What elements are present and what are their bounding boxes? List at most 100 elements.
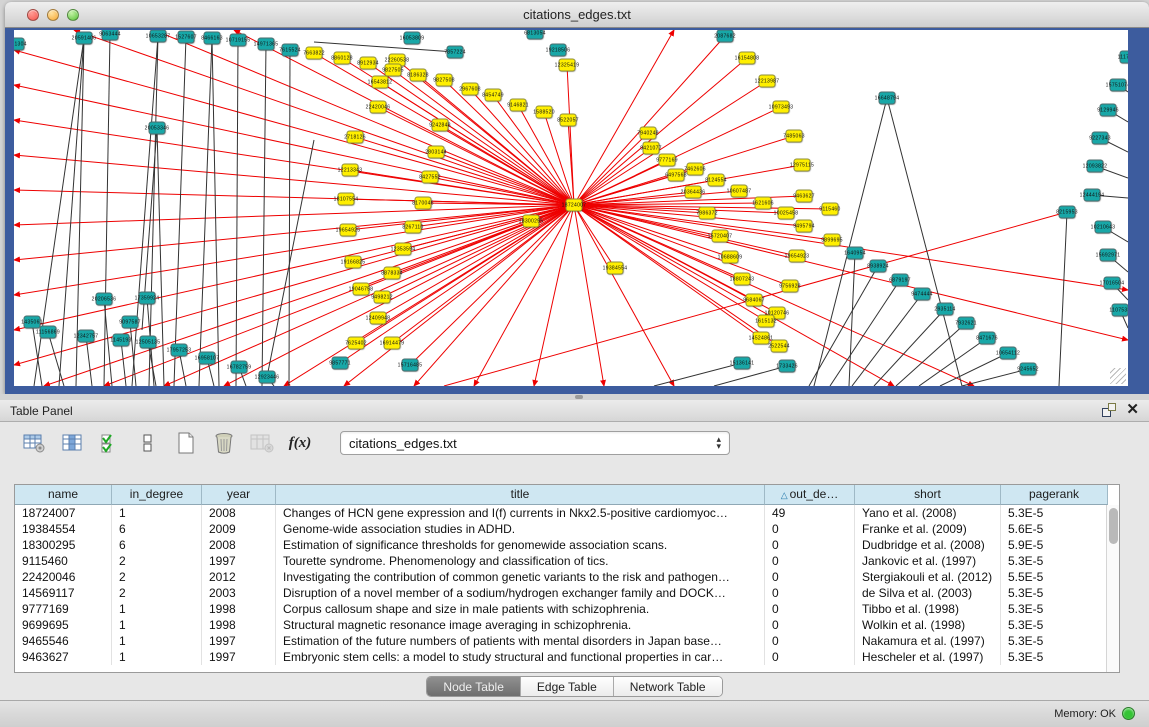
graph-node[interactable]: 9827505 [385, 64, 402, 77]
graph-node[interactable]: 10653287 [150, 30, 167, 43]
graph-node[interactable]: 8427552 [422, 171, 439, 184]
graph-node[interactable]: 14971365 [258, 38, 275, 51]
graph-node[interactable]: 1640954 [847, 247, 864, 260]
graph-node[interactable]: 8215953 [1059, 206, 1076, 219]
graph-node[interactable]: 7940248 [640, 127, 657, 140]
row-height-icon[interactable] [136, 431, 160, 455]
table-row[interactable]: 1830029562008Estimation of significance … [15, 537, 1119, 553]
graph-node[interactable]: 2967608 [462, 83, 479, 96]
graph-node[interactable]: 1117364 [1120, 51, 1129, 64]
scrollbar-thumb[interactable] [1109, 508, 1118, 544]
table-row[interactable]: 1456911722003Disruption of a novel membe… [15, 585, 1119, 601]
graph-node[interactable]: 8938924 [870, 260, 887, 273]
graph-node[interactable]: 19654925 [340, 224, 357, 237]
graph-node[interactable]: 20053346 [149, 122, 166, 135]
graph-node[interactable]: 15716485 [402, 359, 419, 372]
graph-node[interactable]: 17957253 [171, 344, 188, 357]
graph-node[interactable]: 9857771 [332, 357, 349, 370]
column-header-in_degree[interactable]: in_degree [112, 485, 202, 505]
graph-node[interactable]: 8186328 [410, 69, 427, 82]
graph-node[interactable]: 2803144 [428, 146, 445, 159]
graph-node[interactable]: 6813054 [527, 30, 544, 40]
graph-node[interactable]: 9899695 [824, 234, 841, 247]
graph-node[interactable]: 19384554 [607, 262, 624, 275]
graph-node[interactable]: 12353594 [395, 243, 412, 256]
graph-node[interactable]: 9115460 [822, 203, 839, 216]
column-header-short[interactable]: short [855, 485, 1001, 505]
graph-node[interactable]: 8878334 [384, 267, 401, 280]
graph-node[interactable]: 7462606 [687, 163, 704, 176]
graph-node[interactable]: 10654112 [1000, 347, 1017, 360]
column-header-name[interactable]: name [15, 485, 112, 505]
graph-node[interactable]: 19654923 [789, 250, 806, 263]
table-row[interactable]: 946554611997Estimation of the future num… [15, 633, 1119, 649]
close-window-button[interactable] [27, 9, 39, 21]
tab-node-table[interactable]: Node Table [427, 677, 521, 696]
table-row[interactable]: 946362711997Embryonic stem cells: a mode… [15, 649, 1119, 665]
column-select-icon[interactable] [60, 431, 84, 455]
graph-node[interactable]: 8522057 [560, 114, 577, 127]
graph-node[interactable]: 16648794 [879, 92, 896, 105]
graph-node[interactable]: 10025458 [778, 207, 795, 220]
graph-node[interactable]: 9498212 [374, 291, 391, 304]
column-header-year[interactable]: year [202, 485, 276, 505]
graph-node[interactable]: 9495794 [796, 220, 813, 233]
graph-node[interactable]: 19046758 [353, 283, 370, 296]
graph-node[interactable]: 1527607 [178, 31, 195, 44]
graph-node[interactable]: 10973493 [773, 101, 790, 114]
column-header-out_de[interactable]: △out_de… [765, 485, 855, 505]
graph-node[interactable]: 8860128 [334, 52, 351, 65]
graph-node[interactable]: 12409948 [370, 312, 387, 325]
graph-node[interactable]: 9463627 [796, 190, 813, 203]
column-header-pagerank[interactable]: pagerank [1001, 485, 1108, 505]
graph-node[interactable]: 1621606 [755, 197, 772, 210]
tab-edge-table[interactable]: Edge Table [521, 677, 614, 696]
graph-node[interactable]: 9242848 [432, 119, 449, 132]
graph-node[interactable]: 15692971 [1100, 249, 1117, 262]
graph-node[interactable]: 19218506 [550, 44, 567, 57]
graph-node[interactable]: 1107533 [1112, 304, 1129, 317]
trash-icon[interactable] [212, 431, 236, 455]
table-row[interactable]: 2242004622012Investigating the contribut… [15, 569, 1119, 585]
graph-node[interactable]: 2935114 [937, 303, 954, 316]
graph-node[interactable]: 15136141 [734, 357, 751, 370]
column-header-title[interactable]: title [276, 485, 765, 505]
graph-node[interactable]: 15751074 [1110, 79, 1127, 92]
graph-node[interactable]: 16154808 [739, 52, 756, 65]
graph-node[interactable]: 12213343 [342, 164, 359, 177]
graph-node[interactable]: 9421077 [643, 142, 660, 155]
graph-node[interactable]: 7932621 [958, 317, 975, 330]
graph-node[interactable]: 16958107 [199, 352, 216, 365]
graph-node[interactable]: 15720407 [712, 230, 729, 243]
table-scrollbar[interactable] [1106, 505, 1119, 672]
graph-node[interactable]: 19166825 [345, 256, 362, 269]
graph-node[interactable]: 1615132 [758, 315, 775, 328]
graph-node[interactable]: 1145193 [113, 334, 130, 347]
graph-node[interactable]: 9063444 [102, 30, 119, 41]
graph-node[interactable]: 8170046 [415, 197, 432, 210]
graph-node[interactable]: 20364436 [685, 186, 702, 199]
graph-node[interactable]: 9146821 [510, 99, 527, 112]
select-rows-icon[interactable] [98, 431, 122, 455]
table-row[interactable]: 911546021997Tourette syndrome. Phenomeno… [15, 553, 1119, 569]
graph-node[interactable]: 12213987 [759, 75, 776, 88]
graph-node[interactable]: 8466163 [204, 32, 221, 45]
graph-node[interactable]: 2087682 [717, 30, 734, 43]
graph-node[interactable]: 1435061 [24, 316, 41, 329]
graph-node[interactable]: 16782759 [231, 361, 248, 374]
graph-node[interactable]: 17359924 [139, 292, 156, 305]
canvas-resize-grip[interactable] [1110, 368, 1126, 384]
graph-node[interactable]: 8124554 [708, 174, 725, 187]
table-selector-dropdown[interactable]: citations_edges.txt ▴▾ [340, 431, 730, 455]
graph-node[interactable]: 7615524 [282, 44, 299, 57]
graph-node[interactable]: 9227343 [1092, 132, 1109, 145]
graph-node[interactable]: 20591406 [76, 32, 93, 45]
graph-node[interactable]: 16053809 [404, 32, 421, 45]
graph-node[interactable]: 18107554 [338, 193, 355, 206]
graph-node[interactable]: 18807243 [734, 273, 751, 286]
graph-node[interactable]: 8131304 [14, 38, 25, 51]
graph-node[interactable]: 12975115 [794, 159, 811, 172]
close-panel-icon[interactable]: ✕ [1126, 403, 1139, 417]
graph-node[interactable]: 9097587 [122, 316, 139, 329]
graph-node[interactable]: 9474444 [914, 288, 931, 301]
